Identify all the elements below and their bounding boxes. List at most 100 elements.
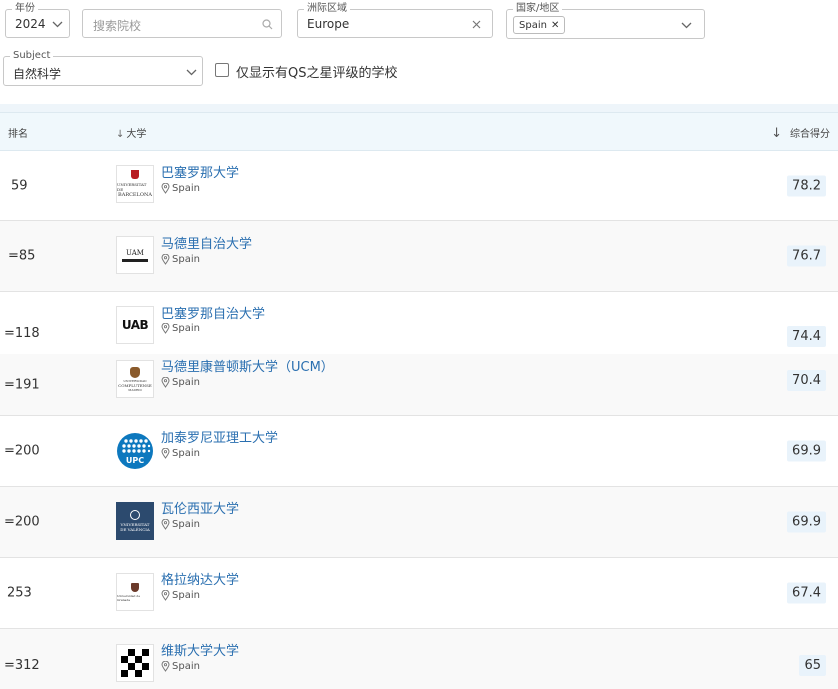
university-of-granada-logo: Universidad de Granada <box>116 573 154 611</box>
chevron-down-icon[interactable] <box>185 66 197 78</box>
location-text: Spain <box>172 519 200 530</box>
rank-cell: =200 <box>4 514 40 530</box>
table-row[interactable]: 253 Universidad de Granada 格拉纳达大学 Spain … <box>0 558 838 629</box>
uam-logo-text: UAM <box>126 248 144 257</box>
university-location: Spain <box>161 183 200 194</box>
score-badge: 67.4 <box>787 582 826 604</box>
rank-column-header[interactable]: 排名 <box>8 125 28 140</box>
location-pin-icon <box>161 323 170 334</box>
table-row[interactable]: 59 UNIVERSITAT DE BARCELONA 巴塞罗那大学 Spain… <box>0 151 838 221</box>
location-pin-icon <box>161 590 170 601</box>
ub-logo-text-top: UNIVERSITAT DE <box>117 182 147 192</box>
table-row[interactable]: =200 UPC 加泰罗尼亚理工大学 Spain 69.9 <box>0 416 838 487</box>
rank-cell: =200 <box>4 443 40 459</box>
score-badge: 78.2 <box>787 175 826 196</box>
university-name-link[interactable]: 瓦伦西亚大学 <box>161 498 239 517</box>
university-location: Spain <box>161 254 200 265</box>
score-badge: 70.4 <box>787 370 826 391</box>
university-of-basque-country-logo <box>116 644 154 682</box>
uab-logo: UAB <box>116 306 154 344</box>
search-input[interactable]: 搜索院校 <box>82 9 282 38</box>
close-icon[interactable]: ✕ <box>551 20 559 31</box>
region-value: Europe <box>307 17 350 31</box>
location-text: Spain <box>172 661 200 672</box>
region-select[interactable]: 洲际区域 Europe <box>297 2 493 38</box>
location-pin-icon <box>161 448 170 459</box>
score-badge: 69.9 <box>787 511 826 533</box>
university-column-header[interactable]: ↓ 大学 <box>116 125 146 140</box>
ugr-crest-icon <box>131 582 139 592</box>
university-name-link[interactable]: 马德里自治大学 <box>161 233 252 252</box>
upc-logo-text: UPC <box>126 456 144 465</box>
score-column-label: 综合得分 <box>790 129 830 140</box>
uv-crest-icon <box>130 510 140 520</box>
location-pin-icon <box>161 377 170 388</box>
ucm-logo: UNIVERSIDAD COMPLUTENSE MADRID <box>116 360 154 398</box>
sort-down-arrow-icon: ↓ <box>771 126 782 141</box>
university-location: Spain <box>161 377 200 388</box>
score-badge: 74.4 <box>787 326 826 347</box>
university-name-link[interactable]: 巴塞罗那大学 <box>161 162 239 181</box>
table-header: 排名 ↓ 大学 ↓ 综合得分 <box>0 112 838 151</box>
qs-stars-checkbox-label[interactable]: 仅显示有QS之星评级的学校 <box>236 62 398 81</box>
table-row[interactable]: =312 维斯大学大学 Spain 65 <box>0 629 838 689</box>
location-pin-icon <box>161 519 170 530</box>
university-name-link[interactable]: 马德里康普顿斯大学（UCM） <box>161 356 334 375</box>
ucm-crest-icon <box>130 366 140 378</box>
qs-stars-checkbox[interactable] <box>215 63 229 77</box>
location-pin-icon <box>161 661 170 672</box>
ub-logo-text-bottom: BARCELONA <box>118 192 152 198</box>
uv-logo-text-bottom: DE VALÈNCIA <box>120 527 150 532</box>
rank-cell: =85 <box>8 248 36 264</box>
clear-icon[interactable] <box>470 18 482 30</box>
university-name-link[interactable]: 格拉纳达大学 <box>161 569 239 588</box>
location-text: Spain <box>172 377 200 388</box>
rank-cell: =118 <box>4 326 40 341</box>
subject-label: Subject <box>10 49 54 63</box>
chevron-down-icon[interactable] <box>51 18 63 30</box>
ub-crest-icon <box>131 170 139 179</box>
upc-logo: UPC <box>116 432 154 470</box>
chevron-down-icon[interactable] <box>680 19 692 31</box>
ehu-logo-graphic <box>121 649 149 677</box>
ucm-logo-text-bottom: MADRID <box>128 387 142 392</box>
university-name-link[interactable]: 维斯大学大学 <box>161 640 239 659</box>
table-row[interactable]: =191 UNIVERSIDAD COMPLUTENSE MADRID 马德里康… <box>0 354 838 416</box>
uam-logo-bar <box>122 258 148 262</box>
region-label: 洲际区域 <box>304 2 350 16</box>
country-chip-label: Spain <box>519 19 547 31</box>
year-label: 年份 <box>12 2 38 16</box>
search-icon[interactable] <box>261 18 273 30</box>
university-location: Spain <box>161 323 200 334</box>
table-row[interactable]: =85 UAM 马德里自治大学 Spain 76.7 <box>0 221 838 292</box>
uab-logo-text: UAB <box>121 318 149 332</box>
year-select[interactable]: 年份 2024 <box>5 2 70 38</box>
location-text: Spain <box>172 183 200 194</box>
rank-cell: =191 <box>4 377 40 392</box>
university-location: Spain <box>161 448 200 459</box>
university-column-label: 大学 <box>126 129 147 140</box>
rank-cell: 253 <box>7 585 32 601</box>
country-chip[interactable]: Spain ✕ <box>513 16 566 34</box>
university-name-link[interactable]: 巴塞罗那自治大学 <box>161 303 265 322</box>
university-of-valencia-logo: VNIVERSITAT DE VALÈNCIA <box>116 502 154 540</box>
location-text: Spain <box>172 590 200 601</box>
score-badge: 65 <box>799 655 826 676</box>
year-value: 2024 <box>15 17 46 31</box>
location-pin-icon <box>161 183 170 194</box>
table-row[interactable]: =200 VNIVERSITAT DE VALÈNCIA 瓦伦西亚大学 Spai… <box>0 487 838 558</box>
university-location: Spain <box>161 519 200 530</box>
country-select[interactable]: 国家/地区 Spain ✕ <box>506 2 705 39</box>
location-text: Spain <box>172 448 200 459</box>
table-row[interactable]: =118 UAB 巴塞罗那自治大学 Spain 74.4 <box>0 292 838 354</box>
upc-logo-graphic: UPC <box>117 433 153 469</box>
subject-select[interactable]: Subject 自然科学 <box>3 49 203 86</box>
score-column-header[interactable]: ↓ 综合得分 <box>771 125 830 141</box>
table-top-band <box>0 104 838 112</box>
score-badge: 69.9 <box>787 440 826 462</box>
search-placeholder: 搜索院校 <box>93 19 142 33</box>
location-pin-icon <box>161 254 170 265</box>
university-name-link[interactable]: 加泰罗尼亚理工大学 <box>161 427 278 446</box>
location-text: Spain <box>172 254 200 265</box>
uam-logo: UAM <box>116 236 154 274</box>
